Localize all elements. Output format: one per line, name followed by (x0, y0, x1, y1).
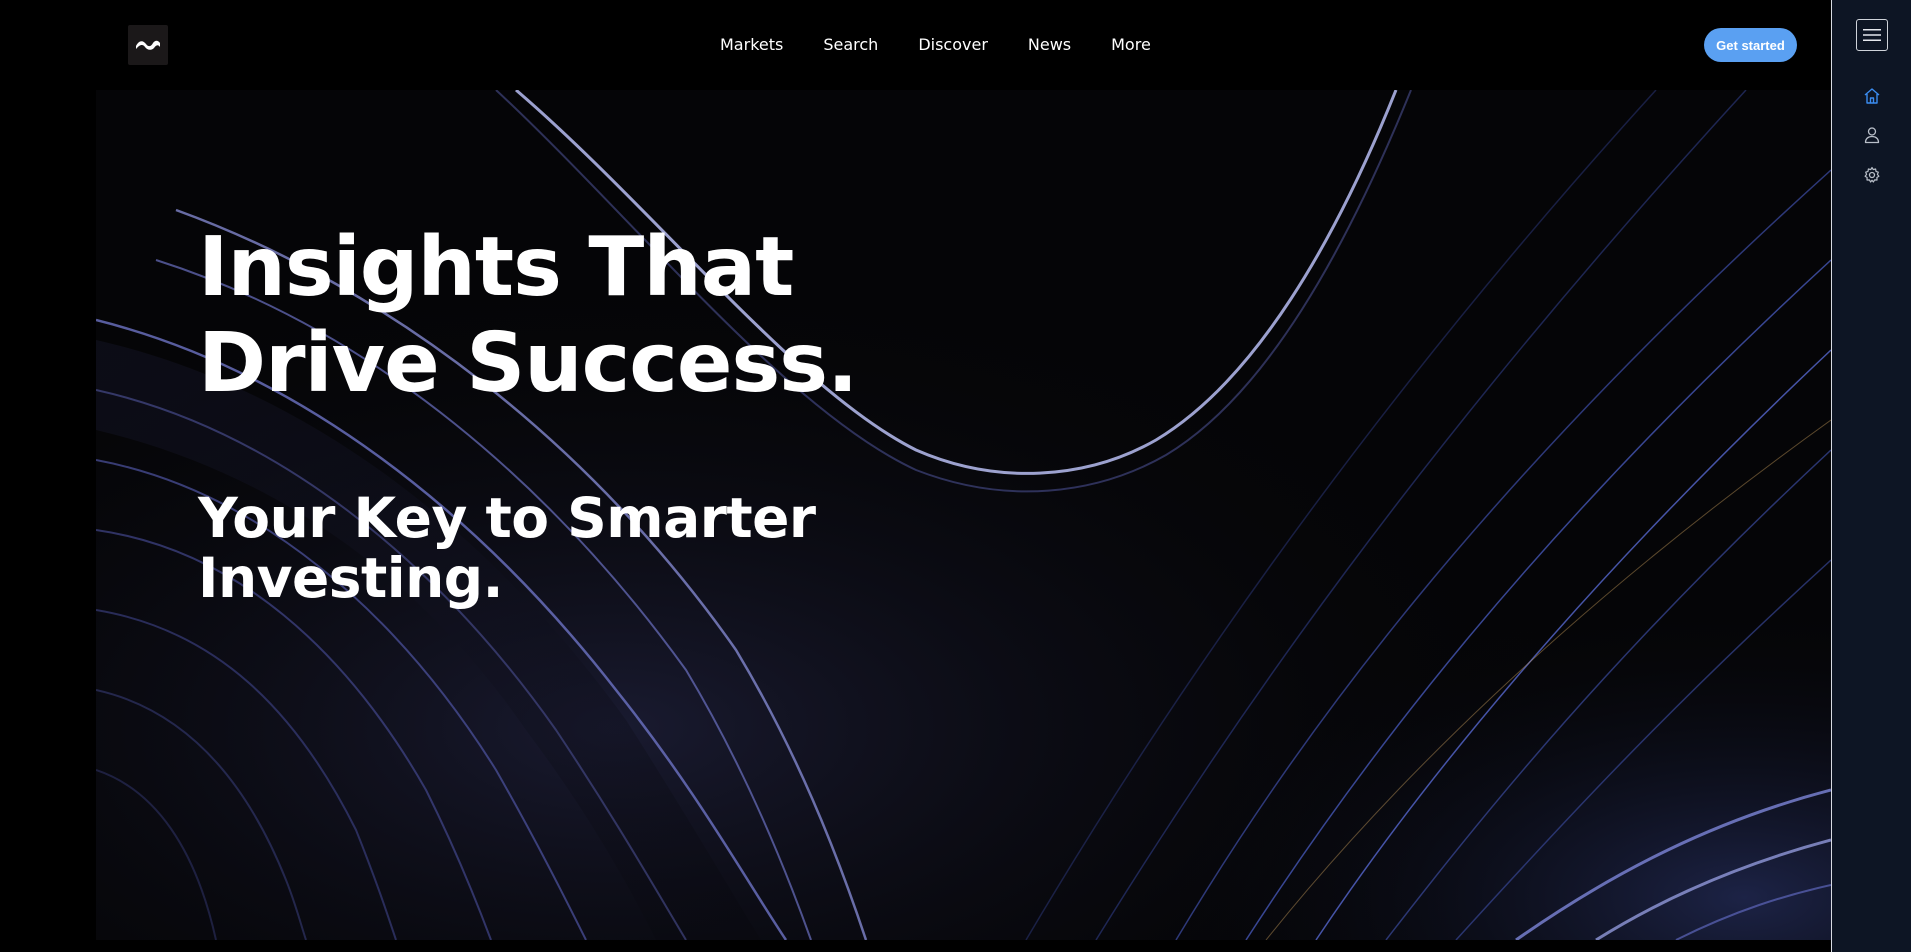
bottom-strip (0, 940, 1831, 952)
sidebar-item-home[interactable] (1862, 86, 1882, 106)
nav-item-more[interactable]: More (1111, 32, 1151, 58)
hero-headline-line1: Insights That (198, 220, 794, 315)
menu-button[interactable] (1856, 19, 1888, 51)
hero-subheadline-line2: Investing. (198, 546, 504, 610)
nav-item-search[interactable]: Search (823, 32, 878, 58)
hero-subheadline-line1: Your Key to Smarter (198, 486, 816, 550)
nav-item-markets[interactable]: Markets (720, 32, 783, 58)
logo[interactable] (128, 25, 168, 65)
wave-logo-icon (136, 40, 160, 50)
sidebar-item-settings[interactable] (1862, 165, 1882, 185)
nav-item-discover[interactable]: Discover (918, 32, 988, 58)
home-icon (1864, 88, 1880, 104)
settings-gear-icon (1864, 166, 1880, 183)
hero-headline: Insights That Drive Success. (198, 220, 858, 412)
sidebar-item-profile[interactable] (1862, 125, 1882, 145)
hero-headline-line2: Drive Success. (198, 316, 858, 411)
nav-item-news[interactable]: News (1028, 32, 1071, 58)
hero-section: Insights That Drive Success. Your Key to… (96, 90, 1831, 940)
app-root: Markets Search Discover News More Get st… (0, 0, 1911, 952)
main-nav: Markets Search Discover News More (720, 32, 1151, 58)
hamburger-menu-icon (1863, 29, 1881, 41)
hero-subheadline: Your Key to Smarter Investing. (198, 488, 816, 608)
get-started-button[interactable]: Get started (1704, 28, 1797, 62)
top-navigation-bar: Markets Search Discover News More Get st… (0, 0, 1831, 90)
user-icon (1864, 127, 1880, 144)
right-sidebar (1831, 0, 1911, 952)
